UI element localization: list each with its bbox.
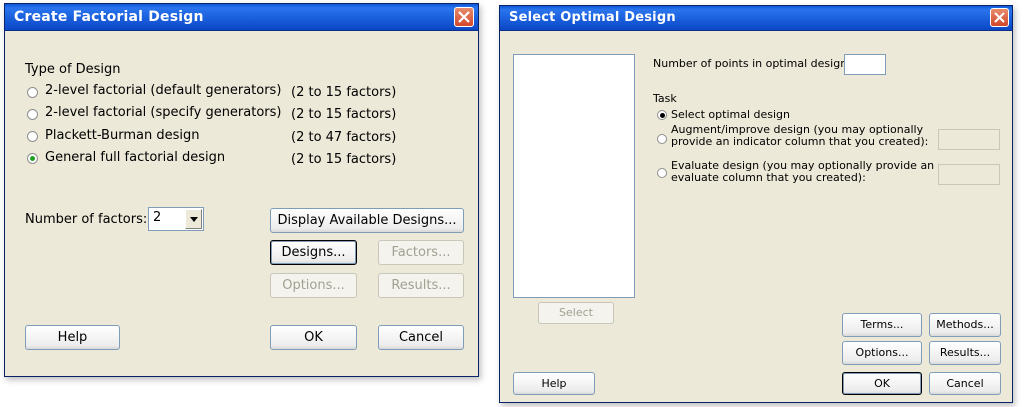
- methods-button[interactable]: Methods...: [929, 313, 1001, 337]
- ok-button[interactable]: OK: [842, 372, 922, 395]
- variables-listbox[interactable]: [513, 54, 635, 298]
- help-button[interactable]: Help: [25, 325, 120, 350]
- dialog-title: Select Optimal Design: [509, 10, 676, 25]
- radio-plackett-burman[interactable]: [27, 131, 38, 142]
- option-label: Plackett-Burman design: [45, 128, 200, 143]
- designs-button[interactable]: Designs...: [270, 240, 357, 265]
- close-icon: [994, 12, 1005, 23]
- results-button[interactable]: Results...: [929, 341, 1001, 365]
- title-bar[interactable]: Select Optimal Design: [500, 6, 1012, 31]
- terms-button[interactable]: Terms...: [842, 313, 922, 337]
- task-select-label: Select optimal design: [671, 108, 791, 121]
- create-factorial-design-dialog: Create Factorial Design Type of Design 2…: [4, 3, 479, 377]
- radio-2level-specify[interactable]: [27, 109, 38, 120]
- radio-evaluate[interactable]: [657, 168, 667, 178]
- help-button[interactable]: Help: [513, 372, 595, 395]
- title-bar[interactable]: Create Factorial Design: [5, 4, 478, 31]
- points-label: Number of points in optimal design:: [653, 57, 851, 70]
- close-button[interactable]: [454, 7, 474, 27]
- indicator-column-input[interactable]: [938, 129, 1000, 150]
- close-icon: [458, 11, 470, 23]
- option-label: 2-level factorial (specify generators): [45, 105, 282, 120]
- cancel-button[interactable]: Cancel: [378, 325, 464, 350]
- type-of-design-label: Type of Design: [25, 62, 121, 77]
- chevron-down-icon[interactable]: [185, 209, 202, 229]
- options-button[interactable]: Options...: [842, 341, 922, 365]
- option-range: (2 to 15 factors): [291, 107, 397, 122]
- dialog-title: Create Factorial Design: [14, 9, 204, 25]
- select-button[interactable]: Select: [538, 302, 614, 324]
- cancel-button[interactable]: Cancel: [929, 372, 1001, 395]
- option-range: (2 to 47 factors): [291, 130, 397, 145]
- ok-button[interactable]: OK: [270, 325, 357, 350]
- number-of-factors-value: 2: [153, 210, 162, 225]
- close-button[interactable]: [990, 8, 1009, 27]
- display-available-designs-button[interactable]: Display Available Designs...: [270, 208, 464, 233]
- options-button[interactable]: Options...: [270, 273, 357, 298]
- select-optimal-design-dialog: Select Optimal Design Select Number of p…: [499, 5, 1013, 403]
- radio-select-optimal[interactable]: [657, 110, 667, 120]
- option-label: General full factorial design: [45, 150, 226, 165]
- results-button[interactable]: Results...: [378, 273, 464, 298]
- radio-augment[interactable]: [657, 134, 667, 144]
- task-evaluate-line2: evaluate column that you created):: [671, 171, 866, 184]
- option-range: (2 to 15 factors): [291, 85, 397, 100]
- number-of-factors-select[interactable]: 2: [148, 207, 204, 231]
- radio-2level-default[interactable]: [27, 87, 38, 98]
- number-of-factors-label: Number of factors:: [25, 212, 148, 227]
- evaluate-column-input[interactable]: [938, 164, 1000, 185]
- radio-general-full-factorial[interactable]: [27, 153, 38, 164]
- task-augment-line2: provide an indicator column that you cre…: [671, 135, 929, 148]
- option-label: 2-level factorial (default generators): [45, 83, 282, 98]
- points-input[interactable]: [844, 54, 886, 75]
- task-label: Task: [653, 92, 677, 105]
- option-range: (2 to 15 factors): [291, 152, 397, 167]
- factors-button[interactable]: Factors...: [378, 240, 464, 265]
